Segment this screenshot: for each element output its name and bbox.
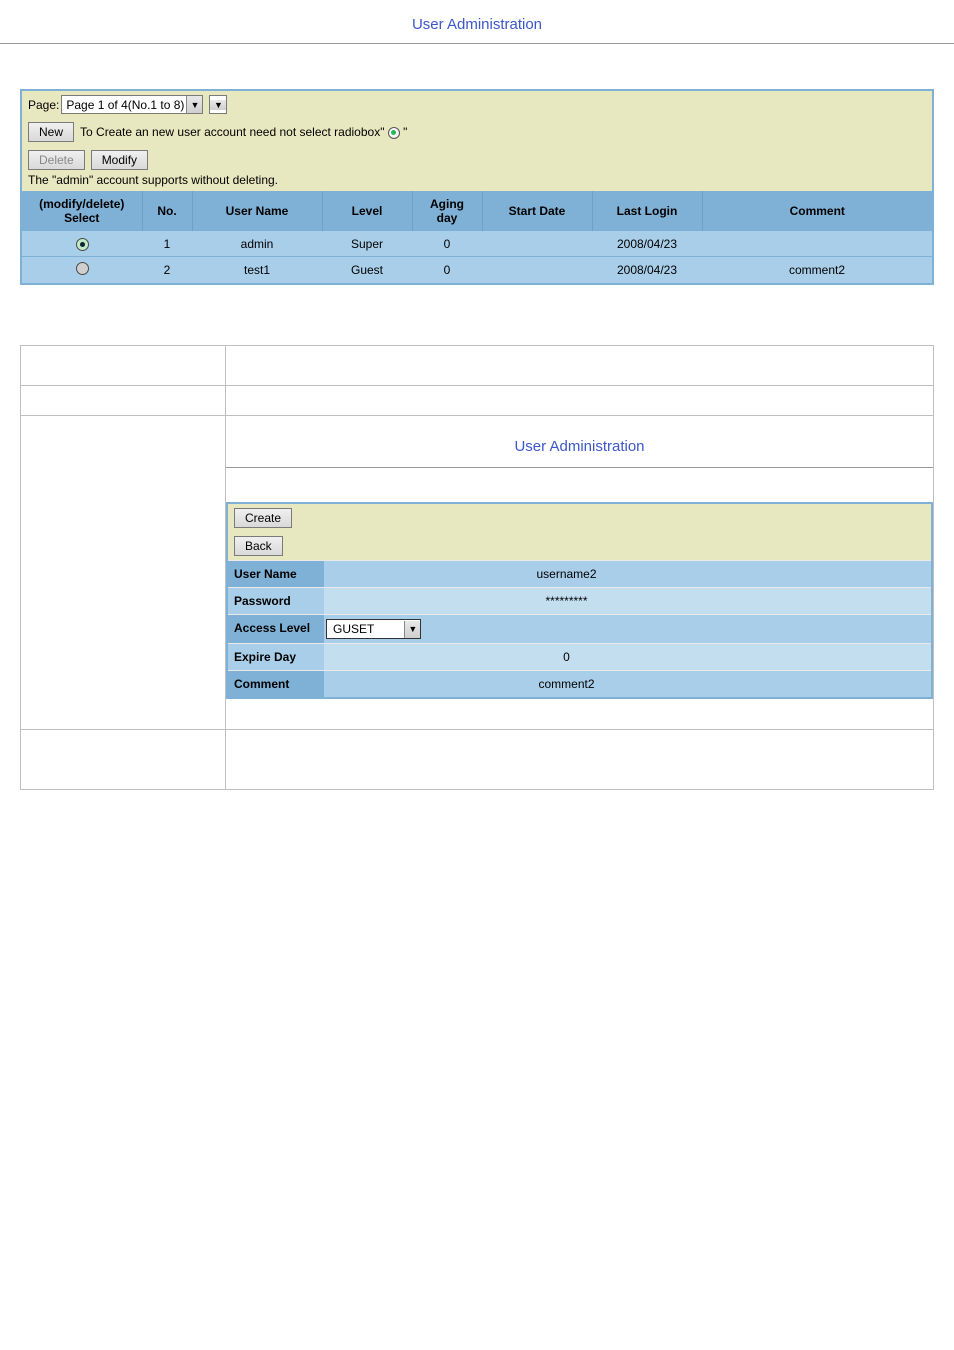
users-table: (modify/delete) Select No. User Name Lev… [22,191,932,283]
user-form-panel: Create Back User Name Password Access Le… [226,502,933,699]
back-button[interactable]: Back [234,536,283,556]
modify-button[interactable]: Modify [91,150,148,170]
access-level-label: Access Level [228,615,324,643]
expire-day-input[interactable] [332,650,801,664]
access-level-select[interactable]: GUSET ▼ [326,619,421,639]
delete-modify-row: Delete Modify [22,146,932,170]
page-title: User Administration [0,0,954,44]
create-button[interactable]: Create [234,508,292,528]
delete-button[interactable]: Delete [28,150,85,170]
new-row: New To Create an new user account need n… [22,118,932,146]
username-input[interactable] [332,567,801,581]
new-note: To Create an new user account need not s… [80,125,407,139]
th-startdate: Start Date [482,191,592,231]
new-button[interactable]: New [28,122,74,142]
page-select-extra[interactable]: ▼ [209,95,227,114]
comment-input[interactable] [332,677,801,691]
expire-day-label: Expire Day [228,644,324,670]
th-lastlogin: Last Login [592,191,702,231]
th-aging-l1: Aging [417,197,478,211]
th-select-l2: Select [26,211,138,225]
table-row: 2 test1 Guest 0 2008/04/23 comment2 [22,257,932,284]
table-row: 1 admin Super 0 2008/04/23 [22,231,932,257]
page-label: Page: [28,98,59,112]
th-no: No. [142,191,192,231]
back-row: Back [228,532,931,560]
chevron-down-icon: ▼ [186,96,202,113]
admin-note: The "admin" account supports without del… [22,170,932,191]
row-radio[interactable] [76,262,89,275]
form-title: User Administration [226,416,933,468]
comment-label: Comment [228,671,324,697]
page-select[interactable]: Page 1 of 4(No.1 to 8) ▼ [61,95,203,114]
page-row: Page: Page 1 of 4(No.1 to 8) ▼ ▼ [22,91,932,118]
radio-icon [388,127,400,139]
row-radio[interactable] [76,238,89,251]
th-level: Level [322,191,412,231]
password-input[interactable] [332,594,801,608]
th-aging-l2: day [417,211,478,225]
create-row: Create [228,504,931,532]
th-username: User Name [192,191,322,231]
chevron-down-icon: ▼ [210,100,226,110]
outer-grid: User Administration Create Back User Nam… [20,345,934,790]
password-label: Password [228,588,324,614]
page-select-value: Page 1 of 4(No.1 to 8) [66,98,184,112]
username-label: User Name [228,561,324,587]
th-select-l1: (modify/delete) [26,197,138,211]
chevron-down-icon: ▼ [404,621,420,638]
th-comment: Comment [702,191,932,231]
user-admin-panel: Page: Page 1 of 4(No.1 to 8) ▼ ▼ New To … [20,89,934,285]
